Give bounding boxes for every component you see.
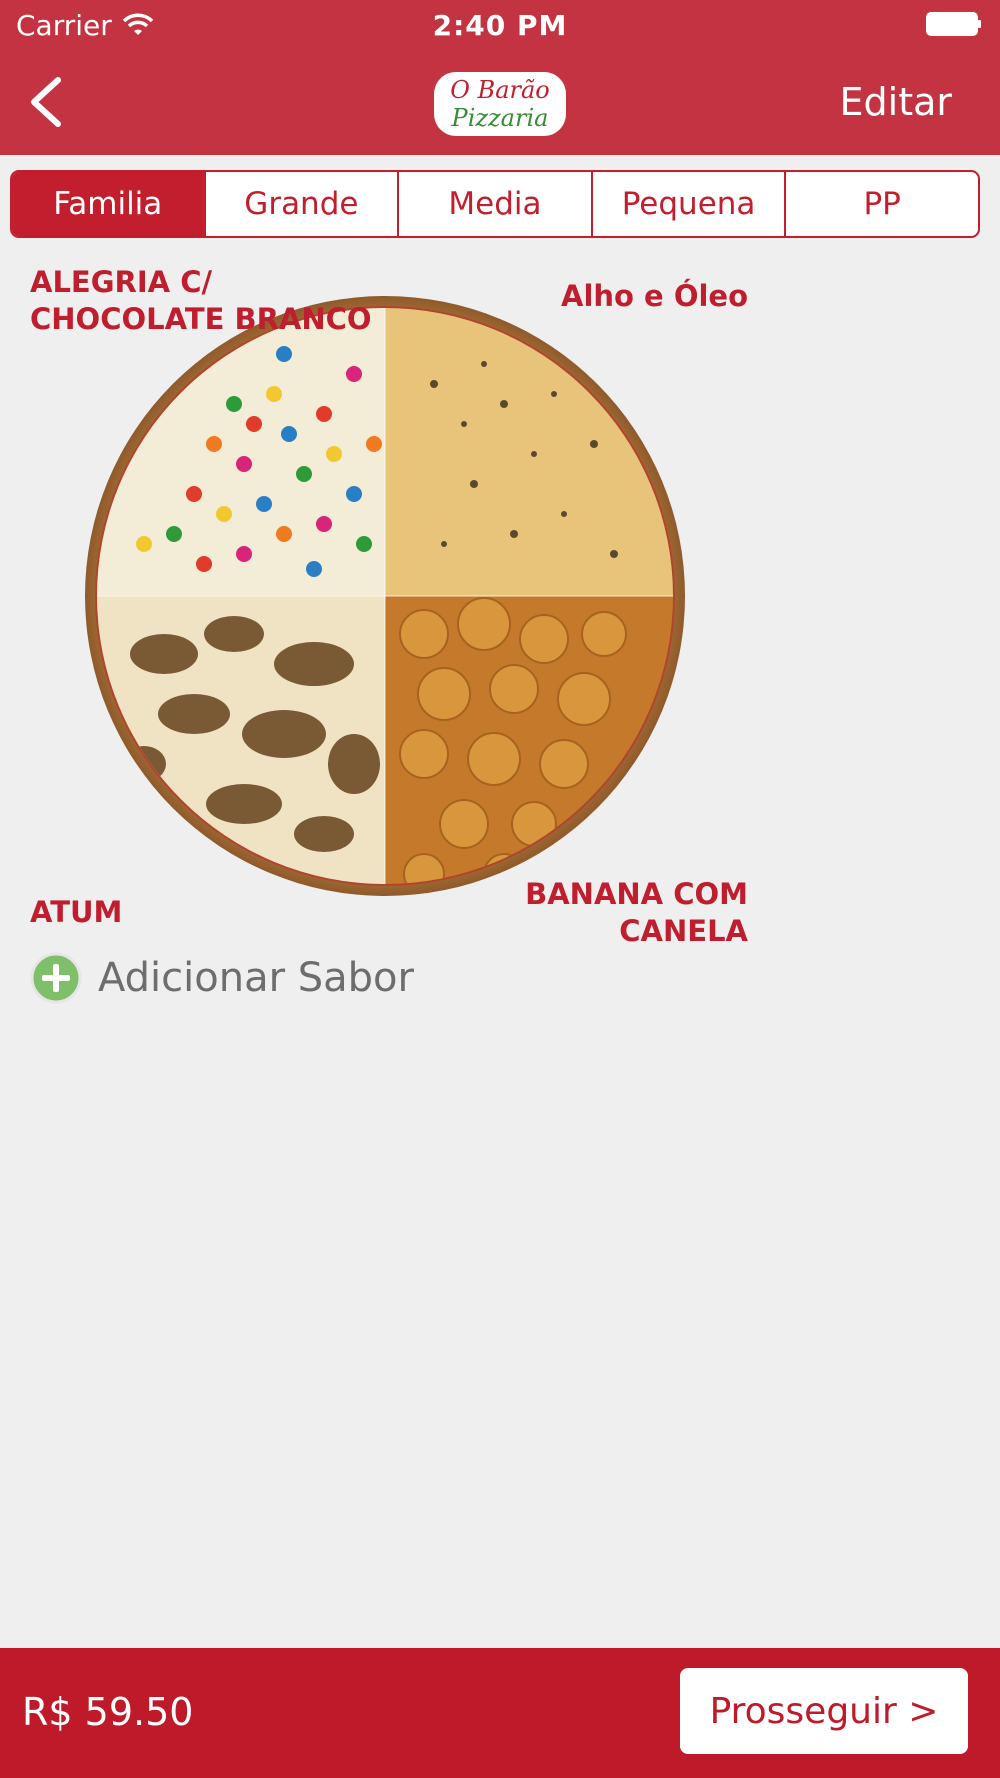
size-tab-grande[interactable]: Grande (203, 172, 398, 236)
pizzaria-logo: O Barão Pizzaria (434, 72, 566, 136)
status-time: 2:40 PM (432, 9, 568, 42)
size-tab-media[interactable]: Media (397, 172, 591, 236)
plus-circle-icon (30, 952, 82, 1004)
flavor-label-top-left[interactable]: ALEGRIA C/ CHOCOLATE BRANCO (30, 264, 410, 338)
flavor-label-top-right[interactable]: Alho e Óleo (480, 278, 748, 315)
edit-button[interactable]: Editar (840, 80, 953, 124)
back-button[interactable] (22, 72, 72, 132)
add-flavor-label: Adicionar Sabor (98, 955, 414, 1001)
size-tab-pp[interactable]: PP (784, 172, 978, 236)
checkout-bar: R$ 59.50 Prosseguir > (0, 1648, 1000, 1778)
flavor-label-bottom-right[interactable]: BANANA COM CANELA (470, 876, 748, 950)
proceed-button[interactable]: Prosseguir > (680, 1668, 968, 1754)
size-tab-familia[interactable]: Familia (12, 172, 204, 236)
pizza-image (85, 296, 685, 896)
total-price: R$ 59.50 (22, 1690, 194, 1734)
battery-icon (926, 12, 981, 36)
flavor-label-bottom-left[interactable]: ATUM (30, 894, 122, 931)
size-tab-pequena[interactable]: Pequena (590, 172, 785, 236)
navigation-bar: Carrier 2:40 PM O Barão Pizzaria Editar (0, 0, 1000, 155)
svg-text:O Barão: O Barão (450, 76, 549, 104)
size-selector: Familia Grande Media Pequena PP (10, 170, 980, 238)
svg-text:Pizzaria: Pizzaria (451, 104, 549, 132)
status-bar: Carrier 2:40 PM (0, 0, 1000, 50)
add-flavor-button[interactable]: Adicionar Sabor (30, 950, 414, 1006)
